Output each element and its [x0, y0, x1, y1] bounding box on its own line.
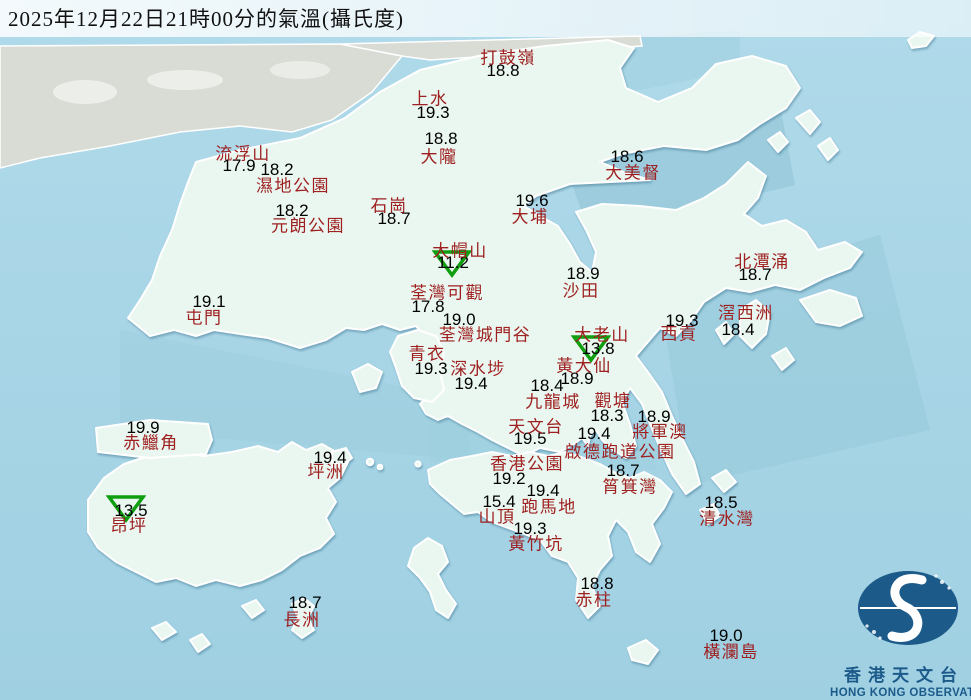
station-name: 清水灣: [699, 509, 755, 529]
station-name: 青衣: [408, 344, 446, 364]
station-name: 橫瀾島: [703, 642, 759, 662]
station-name: 啟德跑道公園: [564, 442, 676, 462]
station-name: 深水埗: [450, 359, 506, 379]
station-name: 大老山: [574, 325, 630, 345]
station-name: 西貢: [660, 324, 698, 344]
station-name: 坪洲: [307, 462, 345, 482]
station-name: 濕地公園: [256, 176, 330, 196]
station-name: 荃灣可觀: [410, 283, 484, 303]
station-name: 大美督: [605, 163, 661, 183]
station-name: 荃灣城門谷: [438, 325, 532, 345]
station-name: 筲箕灣: [602, 477, 658, 497]
station-name: 黃大仙: [556, 356, 612, 376]
station-name: 黃竹坑: [508, 534, 564, 554]
hko-logo-icon: [858, 571, 958, 645]
station-name: 九龍城: [525, 392, 581, 412]
station-name: 沙田: [562, 281, 600, 301]
station-name: 赤鱲角: [123, 433, 179, 453]
hko-logo: 香港天文台 HONG KONG OBSERVATORY: [830, 560, 971, 699]
title-bar: 2025年12月22日21時00分的氣溫(攝氏度): [0, 0, 971, 37]
station-name: 屯門: [185, 308, 223, 328]
hko-logo-name-en: HONG KONG OBSERVATORY: [830, 687, 971, 699]
hko-logo-name-zh: 香港天文台: [844, 666, 964, 685]
station-name: 香港公園: [490, 454, 564, 474]
station-name: 赤柱: [575, 590, 613, 610]
station-name: 跑馬地: [521, 497, 577, 517]
station-name: 大帽山: [432, 241, 488, 261]
station-name: 元朗公園: [271, 216, 345, 236]
station-name: 昂坪: [110, 516, 148, 536]
station-name: 滘西洲: [718, 303, 774, 323]
station-name: 大隴: [420, 147, 458, 167]
station-name: 打鼓嶺: [480, 48, 536, 68]
station-labels-layer: 18.8 打鼓嶺 19.3 上水 18.8 大隴 18.6 大美督 17.9 流浮山 18.2 濕地公…: [0, 0, 971, 700]
hko-temperature-map-screen: 18.8 打鼓嶺 19.3 上水 18.8 大隴 18.6 大美督 17.9 流浮山 18.2 濕地公…: [0, 0, 971, 700]
station-name: 石崗: [370, 196, 408, 216]
station-name: 觀塘: [594, 391, 632, 411]
station-name: 山頂: [478, 507, 516, 527]
station-name: 大埔: [511, 207, 549, 227]
station-name: 長洲: [283, 610, 321, 630]
station-name: 上水: [411, 89, 449, 109]
station-name: 天文台: [508, 417, 564, 437]
station-name: 北潭涌: [734, 252, 790, 272]
map-title: 2025年12月22日21時00分的氣溫(攝氏度): [8, 7, 404, 31]
